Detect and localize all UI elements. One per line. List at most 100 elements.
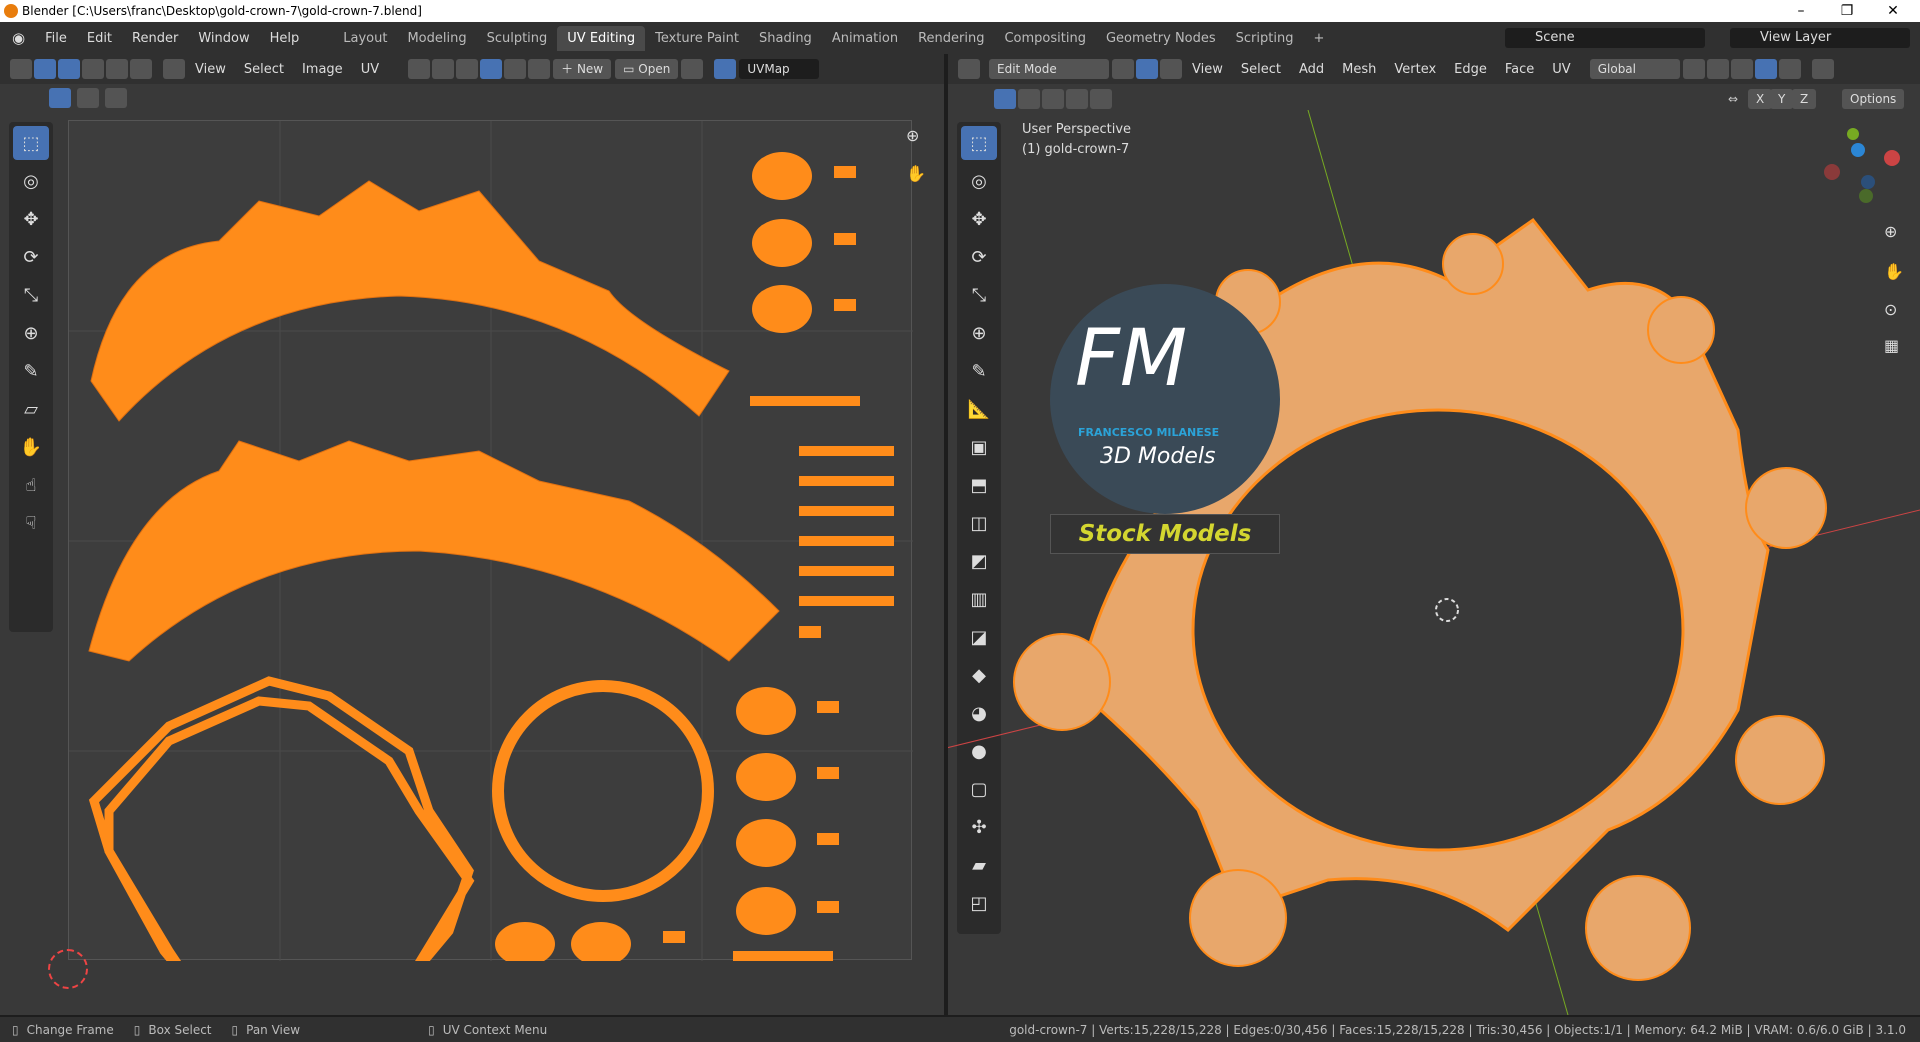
vp-falloff-icon[interactable] — [1778, 59, 1801, 79]
select-extend-icon[interactable] — [77, 88, 100, 108]
snap-target-icon[interactable] — [456, 59, 479, 79]
grab-tool-icon[interactable]: ✋ — [13, 430, 49, 464]
edge-select-icon[interactable] — [82, 59, 104, 79]
vp-menu-add[interactable]: Add — [1290, 62, 1333, 77]
uv-pan-icon[interactable]: ✋ — [906, 164, 926, 183]
uv-menu-view[interactable]: View — [186, 62, 235, 77]
mirror-icon[interactable]: ⇔ — [1728, 92, 1738, 106]
vp-menu-vertex[interactable]: Vertex — [1385, 62, 1445, 77]
menu-help[interactable]: Help — [260, 31, 310, 46]
vp-select-invert-icon[interactable] — [1066, 89, 1088, 109]
select-new-icon[interactable] — [49, 88, 71, 108]
select-subtract-icon[interactable] — [105, 88, 128, 108]
edge-mode-icon[interactable] — [1136, 59, 1158, 79]
vp-select-intersect-icon[interactable] — [1090, 89, 1112, 109]
move-tool-icon[interactable]: ✥ — [13, 202, 49, 236]
vp-proportional-icon[interactable] — [1754, 59, 1777, 79]
options-button[interactable]: Options — [1842, 89, 1905, 109]
minimize-button[interactable]: – — [1778, 0, 1824, 22]
mirror-z-button[interactable]: Z — [1792, 89, 1817, 109]
tab-rendering[interactable]: Rendering — [908, 26, 994, 51]
vp-pan-icon[interactable]: ✋ — [1884, 262, 1904, 281]
tab-compositing[interactable]: Compositing — [994, 26, 1096, 51]
watermark-banner: Stock Models — [1050, 514, 1280, 554]
face-mode-icon[interactable] — [1160, 59, 1182, 79]
viewport-editor-type-icon[interactable] — [958, 59, 980, 79]
uv-zoom-icon[interactable]: ⊕ — [906, 126, 919, 145]
select-box-tool-icon[interactable]: ⬚ — [13, 126, 49, 160]
menu-render[interactable]: Render — [122, 31, 188, 46]
vp-snap-target-icon[interactable] — [1730, 59, 1753, 79]
rip-tool-icon[interactable]: ▱ — [13, 392, 49, 426]
pinch-tool-icon[interactable]: ☟ — [13, 506, 49, 540]
sticky-select-icon[interactable] — [163, 59, 185, 79]
tab-layout[interactable]: Layout — [333, 26, 397, 51]
vp-select-extend-icon[interactable] — [1018, 89, 1040, 109]
pivot-point-icon[interactable] — [1682, 59, 1705, 79]
snap-icon[interactable] — [432, 59, 455, 79]
pivot-icon[interactable] — [408, 59, 431, 79]
falloff-icon[interactable] — [504, 59, 527, 79]
vertex-select-icon[interactable] — [58, 59, 80, 79]
uv-editor[interactable]: View Select Image UV ＋ New ▭ Open UVMap … — [0, 54, 944, 1015]
uv-grid[interactable] — [68, 120, 913, 1013]
rotate-tool-icon[interactable]: ⟳ — [13, 240, 49, 274]
blender-menu-icon[interactable]: ◉ — [0, 29, 35, 47]
vp-select-new-icon[interactable] — [994, 89, 1016, 109]
close-button[interactable]: ✕ — [1870, 0, 1916, 22]
scene-selector[interactable]: Scene — [1505, 28, 1705, 48]
sync-selection-icon[interactable] — [34, 59, 56, 79]
pin-icon[interactable] — [681, 59, 704, 79]
vp-menu-face[interactable]: Face — [1496, 62, 1543, 77]
vp-snap-icon[interactable] — [1706, 59, 1729, 79]
add-workspace-icon[interactable]: + — [1303, 26, 1334, 51]
maximize-button[interactable]: ❐ — [1824, 0, 1870, 22]
vp-menu-mesh[interactable]: Mesh — [1333, 62, 1385, 77]
transform-tool-icon[interactable]: ⊕ — [13, 316, 49, 350]
face-select-icon[interactable] — [106, 59, 128, 79]
tab-shading[interactable]: Shading — [749, 26, 822, 51]
mirror-y-button[interactable]: Y — [1770, 89, 1794, 109]
tab-scripting[interactable]: Scripting — [1226, 26, 1304, 51]
uv-menu-image[interactable]: Image — [293, 62, 352, 77]
mode-selector[interactable]: Edit Mode — [989, 59, 1109, 79]
editor-type-icon[interactable] — [10, 59, 32, 79]
vp-select-subtract-icon[interactable] — [1042, 89, 1064, 109]
relax-tool-icon[interactable]: ☝ — [13, 468, 49, 502]
tab-sculpting[interactable]: Sculpting — [477, 26, 558, 51]
grid-view-icon[interactable]: ▦ — [1884, 336, 1899, 355]
open-image-button[interactable]: ▭ Open — [615, 59, 679, 79]
vp-zoom-icon[interactable]: ⊕ — [1884, 222, 1897, 241]
scale-tool-icon[interactable]: ⤡ — [13, 278, 49, 312]
viewport-3d[interactable]: Edit Mode View Select Add Mesh Vertex Ed… — [948, 54, 1920, 1015]
island-select-icon[interactable] — [130, 59, 152, 79]
annotate-tool-icon[interactable]: ✎ — [13, 354, 49, 388]
vp-menu-uv[interactable]: UV — [1543, 62, 1579, 77]
cursor-tool-icon[interactable]: ◎ — [13, 164, 49, 198]
uvmap-selector[interactable]: UVMap — [739, 59, 820, 79]
proportional-edit-icon[interactable] — [480, 59, 503, 79]
overlays-icon[interactable] — [714, 59, 737, 79]
view-layer-selector[interactable]: View Layer — [1730, 28, 1910, 48]
menu-file[interactable]: File — [35, 31, 77, 46]
uv-menu-select[interactable]: Select — [235, 62, 293, 77]
tab-modeling[interactable]: Modeling — [397, 26, 476, 51]
vertex-mode-icon[interactable] — [1112, 59, 1134, 79]
menu-window[interactable]: Window — [188, 31, 259, 46]
uv-menu-uv[interactable]: UV — [352, 62, 388, 77]
new-image-button[interactable]: ＋ New — [553, 59, 612, 79]
vp-menu-select[interactable]: Select — [1232, 62, 1290, 77]
camera-view-icon[interactable]: ⊙ — [1884, 300, 1897, 319]
tab-texture-paint[interactable]: Texture Paint — [645, 26, 749, 51]
menu-edit[interactable]: Edit — [77, 31, 122, 46]
vp-menu-view[interactable]: View — [1183, 62, 1232, 77]
mirror-x-button[interactable]: X — [1748, 89, 1773, 109]
tab-geometry-nodes[interactable]: Geometry Nodes — [1096, 26, 1226, 51]
visibility-icon[interactable] — [1811, 59, 1834, 79]
image-browse-icon[interactable] — [528, 59, 551, 79]
tab-animation[interactable]: Animation — [822, 26, 908, 51]
transform-orientation-selector[interactable]: Global — [1589, 59, 1680, 79]
vp-menu-edge[interactable]: Edge — [1445, 62, 1496, 77]
navigation-gizmo[interactable] — [1808, 124, 1908, 214]
tab-uv-editing[interactable]: UV Editing — [557, 25, 646, 51]
